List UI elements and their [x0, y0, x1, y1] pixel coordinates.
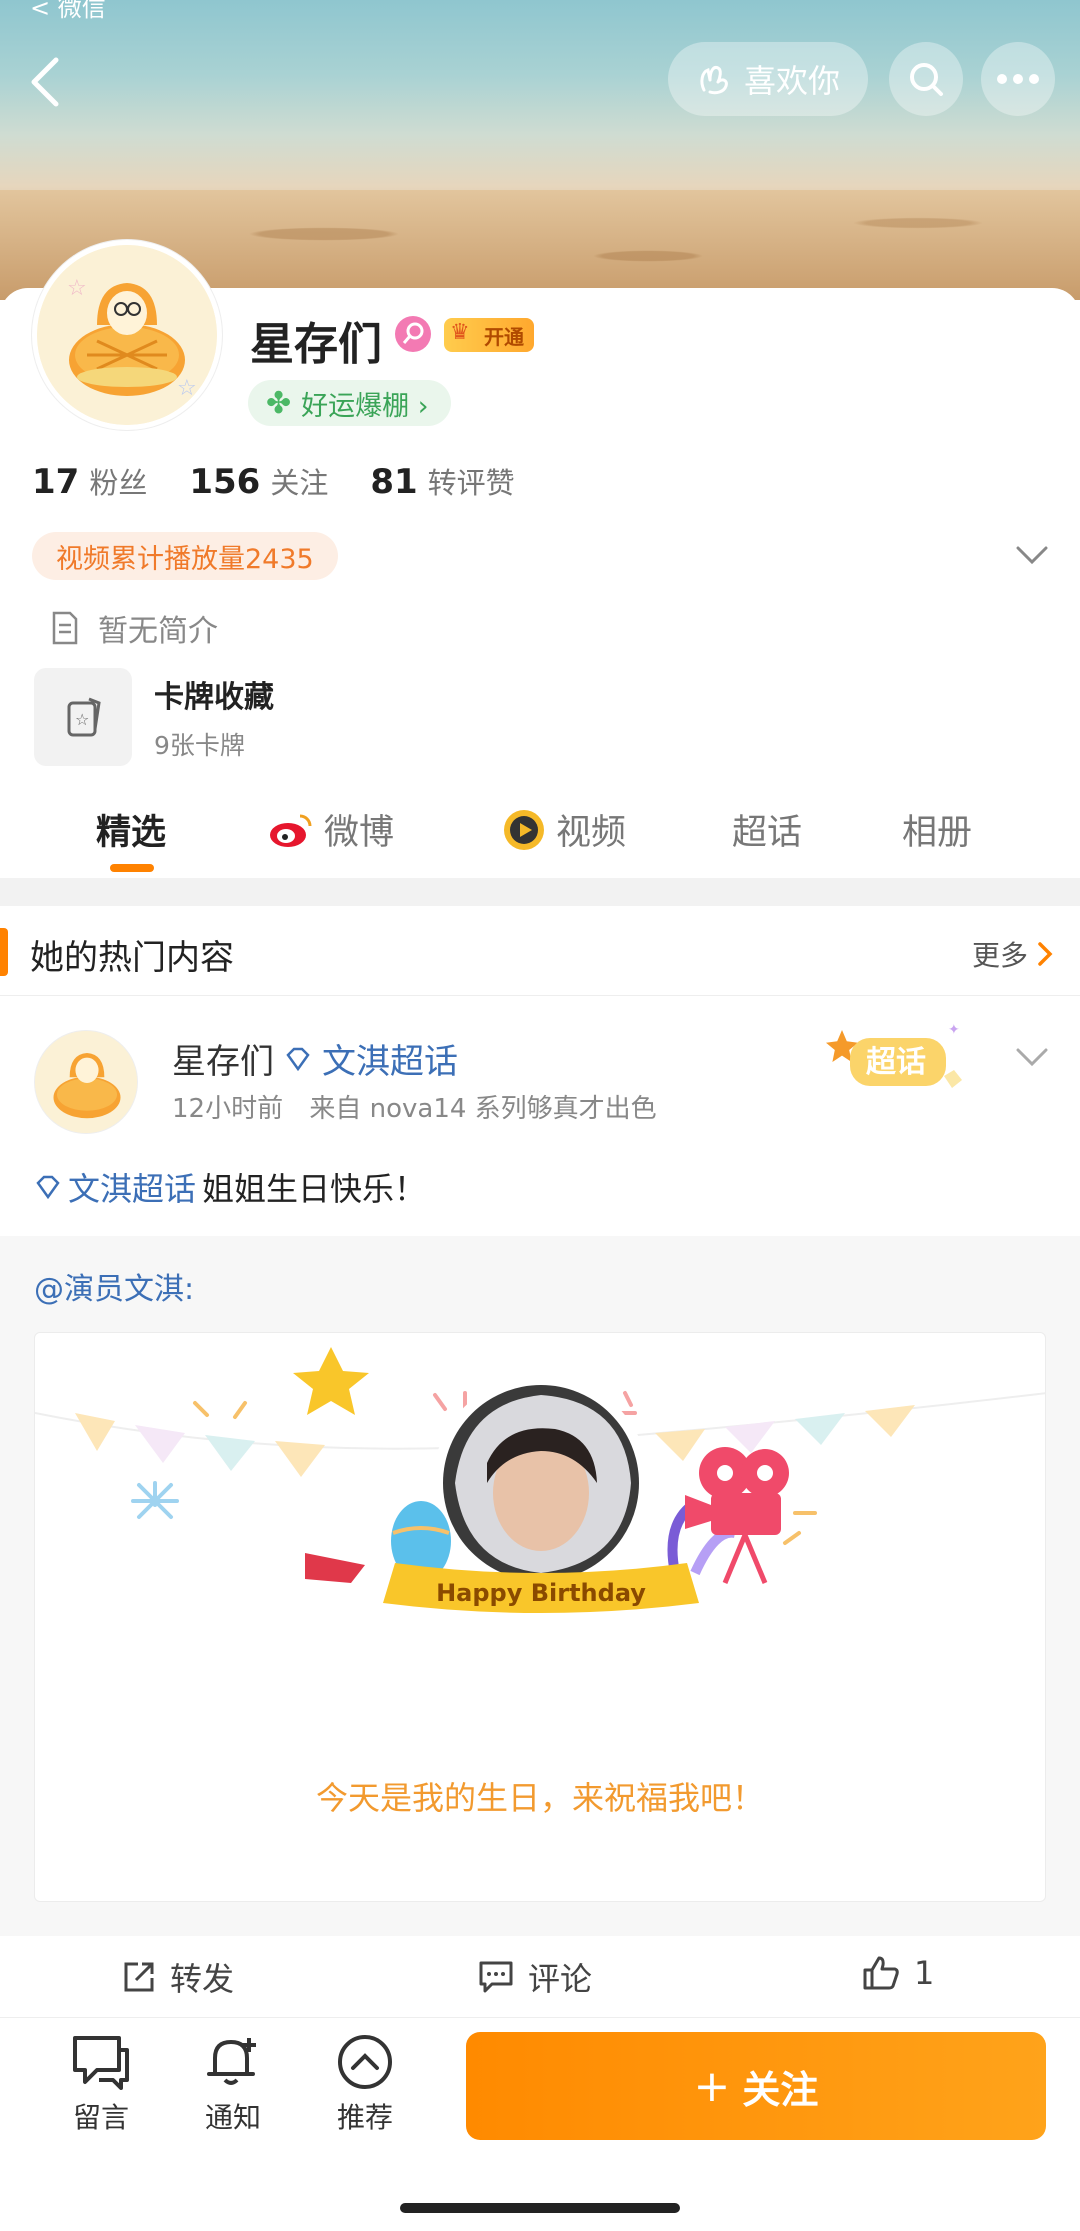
avatar[interactable]: ☆ ☆	[32, 240, 222, 430]
document-icon	[52, 611, 78, 645]
super-topic-sticker: 超话 ✦	[822, 1018, 982, 1108]
star-icon	[293, 1347, 369, 1415]
active-tab-indicator	[110, 864, 154, 872]
post-actions: 转发 评论 1	[0, 1936, 1080, 2018]
plus-icon: +	[693, 2060, 731, 2112]
female-gender-icon	[395, 316, 431, 352]
bread-avatar-image	[35, 1031, 137, 1133]
share-icon	[124, 1962, 154, 1992]
recommend-button[interactable]: 推荐	[310, 2034, 420, 2136]
bio-row: 暂无简介	[50, 606, 218, 650]
thumbs-up-icon	[863, 1956, 899, 1990]
happy-birthday-ribbon-text: Happy Birthday	[436, 1579, 646, 1607]
post-text: 文淇超话 姐姐生日快乐！	[34, 1164, 426, 1210]
super-topic-sticker-text: 超话	[866, 1045, 926, 1080]
stat-following[interactable]: 156 关注	[189, 460, 328, 502]
profile-card: ☆ ☆ 星存们 ♛ 开通 ✤ 好运爆棚 › 17 粉丝 156 关注 81 转评赞 视…	[0, 240, 1080, 878]
video-plays-pill[interactable]: 视频累计播放量2435	[32, 532, 338, 580]
svg-text:☆: ☆	[177, 376, 197, 401]
chevron-left-icon	[31, 57, 59, 107]
tab-weibo[interactable]: 微博	[268, 804, 394, 855]
post-text-body: 姐姐生日快乐！	[202, 1170, 427, 1208]
repost-button[interactable]: 转发	[122, 1954, 234, 2000]
chevron-right-icon	[1038, 942, 1053, 966]
birthday-illustration: Happy Birthday	[35, 1347, 1045, 1613]
luck-label: 好运爆棚 ›	[301, 390, 429, 422]
like-button[interactable]: 1	[862, 1954, 934, 1992]
chevron-up-circle-icon	[338, 2035, 392, 2089]
status-back-to-wechat[interactable]: < 微信	[30, 0, 106, 23]
luck-status-pill[interactable]: ✤ 好运爆棚 ›	[248, 380, 451, 426]
post-author-avatar[interactable]	[34, 1030, 138, 1134]
tab-album[interactable]: 相册	[902, 804, 972, 855]
like-you-button[interactable]: 喜欢你	[668, 42, 868, 116]
like-you-label: 喜欢你	[743, 62, 840, 100]
message-button[interactable]: 留言	[46, 2034, 156, 2136]
card-collection[interactable]: ☆ 卡牌收藏 9张卡牌	[34, 668, 274, 766]
post-topic-link[interactable]: 文淇超话	[322, 1034, 458, 1083]
bread-avatar-image: ☆ ☆	[37, 245, 217, 425]
card-collection-title: 卡牌收藏	[154, 680, 274, 715]
video-play-icon	[504, 809, 544, 850]
post-time: 12小时前	[172, 1094, 284, 1124]
home-indicator[interactable]	[400, 2203, 680, 2213]
stat-interactions[interactable]: 81 转评赞	[370, 460, 514, 502]
search-icon	[910, 63, 943, 96]
svg-text:✦: ✦	[948, 1022, 960, 1038]
profile-stats: 17 粉丝 156 关注 81 转评赞	[32, 460, 515, 502]
stat-fans[interactable]: 17 粉丝	[32, 460, 147, 502]
post-text-topic[interactable]: 文淇超话	[68, 1164, 196, 1210]
repost-author-mention[interactable]: @演员文淇:	[34, 1264, 194, 1308]
birthday-card[interactable]: Happy Birthday 今天是我的生日，来祝福我吧！	[34, 1332, 1046, 1902]
vip-open-label: 开通	[484, 324, 524, 349]
bottom-bar: 留言 通知 推荐 + 关注	[0, 2018, 1080, 2231]
diamond-icon	[36, 1175, 60, 1199]
post-author-line: 星存们 文淇超话	[172, 1034, 458, 1083]
search-button[interactable]	[889, 42, 963, 116]
post-meta: 12小时前 来自 nova14 系列够真才出色	[172, 1088, 675, 1125]
female-symbol-icon	[402, 322, 424, 344]
tab-super-topic[interactable]: 超话	[732, 804, 802, 855]
chevron-down-icon[interactable]	[1014, 540, 1050, 570]
tab-video[interactable]: 视频	[502, 804, 626, 855]
svg-text:☆: ☆	[75, 710, 89, 729]
notify-button[interactable]: 通知	[178, 2034, 288, 2136]
section-accent-bar	[0, 928, 8, 976]
cards-icon: ☆	[67, 697, 101, 737]
vip-open-badge[interactable]: ♛ 开通	[444, 318, 534, 352]
hot-content-header: 她的热门内容 更多	[0, 906, 1080, 996]
follow-button[interactable]: + 关注	[466, 2032, 1046, 2140]
crown-icon: ♛	[450, 320, 470, 345]
profile-name: 星存们	[250, 319, 382, 370]
more-dots-icon	[997, 74, 1039, 84]
diamond-icon	[286, 1047, 310, 1071]
bell-icon	[207, 2038, 256, 2085]
sparkle-icon	[131, 1481, 179, 1519]
birthday-message: 今天是我的生日，来祝福我吧！	[315, 1779, 764, 1817]
clover-icon: ✤	[266, 385, 292, 421]
super-topic-badge-icon: 超话 ✦	[826, 1022, 962, 1088]
message-icon	[73, 2036, 129, 2090]
weibo-logo-icon	[270, 814, 312, 847]
more-options-button[interactable]	[981, 42, 1055, 116]
post-source: 来自 nova14 系列够真才出色	[309, 1094, 657, 1124]
back-button[interactable]	[22, 52, 72, 112]
post-menu-chevron-icon[interactable]	[1014, 1042, 1050, 1072]
post-author-name[interactable]: 星存们	[172, 1034, 274, 1083]
comment-icon	[479, 1961, 513, 1993]
more-link[interactable]: 更多	[972, 934, 1054, 974]
comment-button[interactable]: 评论	[478, 1954, 592, 2000]
card-collection-icon: ☆	[34, 668, 132, 766]
hot-content-title: 她的热门内容	[30, 938, 234, 978]
profile-tabs: 精选 微博 视频 超话 相册	[0, 788, 1080, 878]
bio-text: 暂无简介	[98, 614, 218, 649]
tab-featured[interactable]: 精选	[96, 804, 166, 855]
section-divider	[0, 878, 1080, 906]
hand-heart-icon	[700, 66, 728, 95]
reposted-content: @演员文淇: Happy Birthday 今天是我的生日，来祝福我吧！	[0, 1236, 1080, 1936]
svg-text:☆: ☆	[67, 276, 87, 301]
post-card[interactable]: 星存们 文淇超话 12小时前 来自 nova14 系列够真才出色 超话 ✦ 文淇…	[0, 996, 1080, 1236]
card-collection-count: 9张卡牌	[154, 731, 245, 760]
